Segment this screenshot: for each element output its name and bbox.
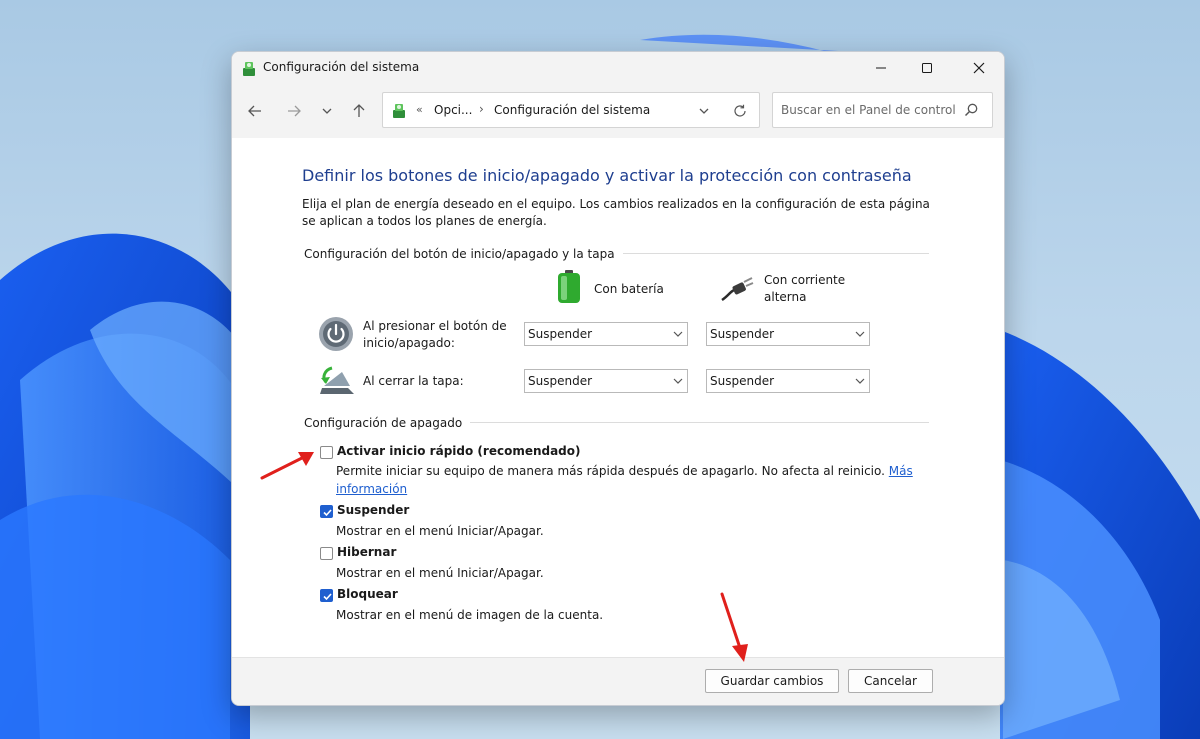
- close-icon: [973, 62, 985, 74]
- power-buttons-section-label: Configuración del botón de inicio/apagad…: [304, 247, 623, 261]
- power-button-ac-select[interactable]: Suspender: [706, 322, 870, 346]
- chevron-down-icon: [699, 108, 709, 114]
- select-value: Suspender: [528, 327, 593, 341]
- hibernate-checkbox[interactable]: [320, 547, 333, 560]
- lock-checkbox[interactable]: [320, 589, 333, 602]
- breadcrumb-separator-icon[interactable]: ›: [479, 102, 484, 116]
- chevron-down-icon: [673, 378, 683, 384]
- lock-title[interactable]: Bloquear: [337, 587, 398, 601]
- save-changes-button[interactable]: Guardar cambios: [705, 669, 839, 693]
- ac-column-header-line1: Con corriente: [764, 273, 846, 287]
- more-info-link[interactable]: Más: [889, 464, 913, 478]
- fast-startup-description: Permite iniciar su equipo de manera más …: [336, 462, 936, 498]
- hibernate-description: Mostrar en el menú Iniciar/Apagar.: [336, 566, 544, 580]
- lid-close-label: Al cerrar la tapa:: [363, 374, 464, 388]
- search-icon[interactable]: [963, 102, 979, 118]
- breadcrumb-current[interactable]: Configuración del sistema: [494, 103, 650, 117]
- battery-column-header: Con batería: [594, 282, 664, 296]
- select-value: Suspender: [710, 374, 775, 388]
- refresh-icon: [734, 104, 746, 117]
- sleep-description: Mostrar en el menú Iniciar/Apagar.: [336, 524, 544, 538]
- sleep-title[interactable]: Suspender: [337, 503, 409, 517]
- sleep-checkbox[interactable]: [320, 505, 333, 518]
- maximize-button[interactable]: [904, 52, 950, 84]
- arrow-right-icon: [288, 105, 301, 117]
- ac-column-header-line2: alterna: [764, 290, 807, 304]
- shutdown-section-label: Configuración de apagado: [304, 416, 471, 430]
- battery-icon: [558, 270, 580, 303]
- power-button-icon: [319, 317, 353, 351]
- breadcrumb-item[interactable]: Opci...: [434, 103, 472, 117]
- forward-button[interactable]: [281, 98, 307, 124]
- fast-startup-checkbox[interactable]: [320, 446, 333, 459]
- minimize-button[interactable]: [858, 52, 904, 84]
- up-button[interactable]: [346, 98, 372, 124]
- search-placeholder: Buscar en el Panel de control: [781, 103, 956, 117]
- more-info-link-continued[interactable]: información: [336, 482, 407, 496]
- minimize-icon: [876, 67, 886, 69]
- breadcrumb-overflow-icon[interactable]: «: [416, 103, 423, 116]
- page-description: Elija el plan de energía deseado en el e…: [302, 197, 930, 228]
- power-button-label-line1: Al presionar el botón de: [363, 319, 507, 333]
- close-button[interactable]: [956, 52, 1002, 84]
- hibernate-title[interactable]: Hibernar: [337, 545, 396, 559]
- chevron-down-icon: [855, 378, 865, 384]
- control-panel-icon: [393, 104, 405, 118]
- maximize-icon: [922, 63, 932, 73]
- power-button-battery-select[interactable]: Suspender: [524, 322, 688, 346]
- fast-startup-description-text: Permite iniciar su equipo de manera más …: [336, 464, 885, 478]
- annotation-arrow-icon: [260, 452, 314, 480]
- laptop-lid-icon: [320, 366, 354, 394]
- power-button-label-line2: inicio/apagado:: [363, 336, 455, 350]
- address-bar[interactable]: « Opci... › Configuración del sistema: [382, 92, 760, 128]
- chevron-down-icon: [322, 108, 332, 114]
- ac-column-header: Con corriente alterna: [764, 272, 845, 306]
- power-plug-icon: [721, 277, 754, 302]
- lock-description: Mostrar en el menú de imagen de la cuent…: [336, 608, 604, 622]
- select-value: Suspender: [528, 374, 593, 388]
- lid-close-battery-select[interactable]: Suspender: [524, 369, 688, 393]
- fast-startup-title[interactable]: Activar inicio rápido (recomendado): [337, 444, 581, 458]
- checkmark-icon: [323, 509, 332, 517]
- search-input[interactable]: Buscar en el Panel de control: [772, 92, 993, 128]
- checkmark-icon: [323, 593, 332, 601]
- control-panel-icon: [243, 62, 255, 76]
- chevron-down-icon: [673, 331, 683, 337]
- power-button-label: Al presionar el botón de inicio/apagado:: [363, 318, 507, 352]
- annotation-arrow-icon: [720, 592, 748, 662]
- page-title: Definir los botones de inicio/apagado y …: [302, 166, 912, 185]
- select-value: Suspender: [710, 327, 775, 341]
- address-history-button[interactable]: [694, 102, 714, 120]
- navigation-bar: « Opci... › Configuración del sistema Bu…: [232, 84, 1004, 138]
- back-button[interactable]: [242, 98, 268, 124]
- recent-locations-button[interactable]: [314, 98, 340, 124]
- chevron-down-icon: [855, 331, 865, 337]
- title-bar: Configuración del sistema: [232, 52, 1004, 84]
- window-title: Configuración del sistema: [263, 60, 420, 74]
- lid-close-ac-select[interactable]: Suspender: [706, 369, 870, 393]
- cancel-button[interactable]: Cancelar: [848, 669, 933, 693]
- system-settings-window: Configuración del sistema « Opci... › Co…: [231, 51, 1005, 706]
- arrow-up-icon: [353, 104, 365, 117]
- arrow-left-icon: [248, 105, 261, 117]
- refresh-button[interactable]: [730, 101, 750, 121]
